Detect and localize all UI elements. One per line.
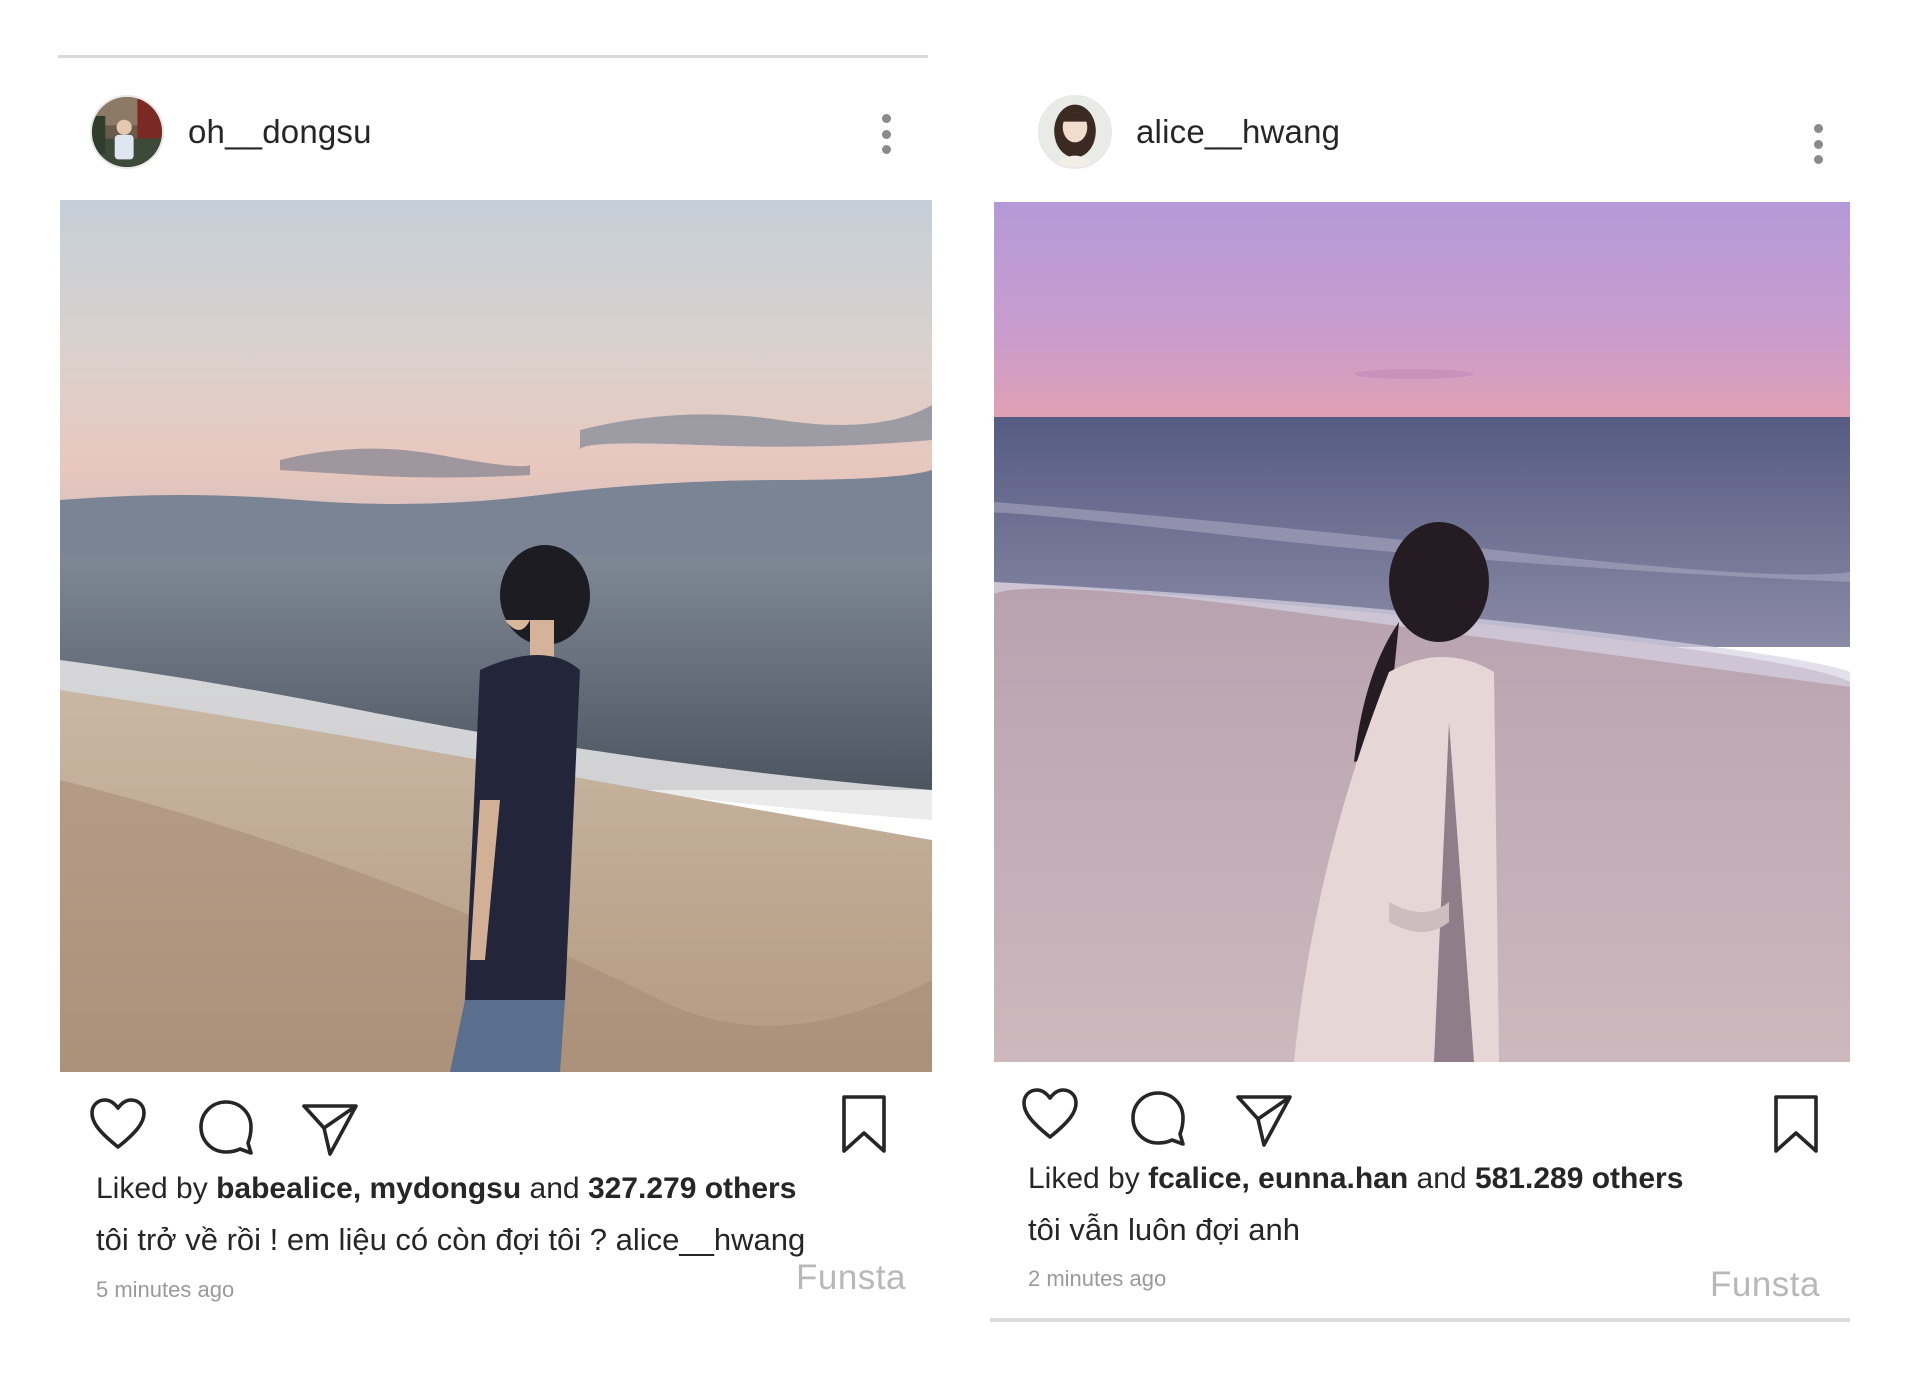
brand-watermark: Funsta <box>796 1258 906 1297</box>
share-icon[interactable] <box>300 1098 360 1158</box>
username[interactable]: alice__hwang <box>1136 113 1340 151</box>
bookmark-icon[interactable] <box>836 1093 892 1155</box>
liked-by-count[interactable]: 581.289 others <box>1475 1162 1683 1195</box>
post-photo[interactable] <box>60 200 932 1072</box>
post-timestamp: 5 minutes ago <box>96 1277 235 1302</box>
post-timestamp: 2 minutes ago <box>1028 1266 1167 1291</box>
divider <box>58 55 928 58</box>
heart-icon[interactable] <box>88 1095 148 1155</box>
liked-by-label: Liked by <box>96 1172 208 1205</box>
liked-by-users[interactable]: babealice, mydongsu <box>216 1172 521 1205</box>
post-header: alice__hwang <box>1038 95 1340 169</box>
liked-by-label: Liked by <box>1028 1162 1140 1195</box>
liked-by-users[interactable]: fcalice, eunna.han <box>1148 1162 1408 1195</box>
avatar-image <box>1040 97 1110 167</box>
post-caption: tôi vẫn luôn đợi anh <box>1028 1212 1300 1247</box>
divider <box>990 1318 1850 1322</box>
beach-photo-woman <box>994 202 1850 1062</box>
comment-icon[interactable] <box>1128 1088 1188 1148</box>
beach-photo-man <box>60 200 932 1072</box>
post-photo[interactable] <box>994 202 1850 1062</box>
liked-by-and: and <box>529 1172 580 1205</box>
brand-watermark: Funsta <box>1710 1265 1820 1304</box>
avatar[interactable] <box>1038 95 1112 169</box>
share-icon[interactable] <box>1234 1089 1294 1149</box>
liked-by-and: and <box>1416 1162 1467 1195</box>
feed-page: oh__dongsu Liked by babealice, mydongsu … <box>0 0 1920 1378</box>
avatar[interactable] <box>90 95 164 169</box>
post-header: oh__dongsu <box>90 95 372 169</box>
post-caption: tôi trở về rồi ! em liệu có còn đợi tôi … <box>96 1222 806 1257</box>
likes-line: Liked by babealice, mydongsu and 327.279… <box>96 1172 796 1206</box>
heart-icon[interactable] <box>1020 1085 1080 1145</box>
avatar-image <box>92 97 162 167</box>
bookmark-icon[interactable] <box>1768 1093 1824 1155</box>
liked-by-count[interactable]: 327.279 others <box>588 1172 796 1205</box>
likes-line: Liked by fcalice, eunna.han and 581.289 … <box>1028 1162 1683 1196</box>
more-options-icon[interactable] <box>876 110 896 158</box>
more-options-icon[interactable] <box>1808 120 1828 168</box>
comment-icon[interactable] <box>196 1097 256 1157</box>
username[interactable]: oh__dongsu <box>188 113 372 151</box>
